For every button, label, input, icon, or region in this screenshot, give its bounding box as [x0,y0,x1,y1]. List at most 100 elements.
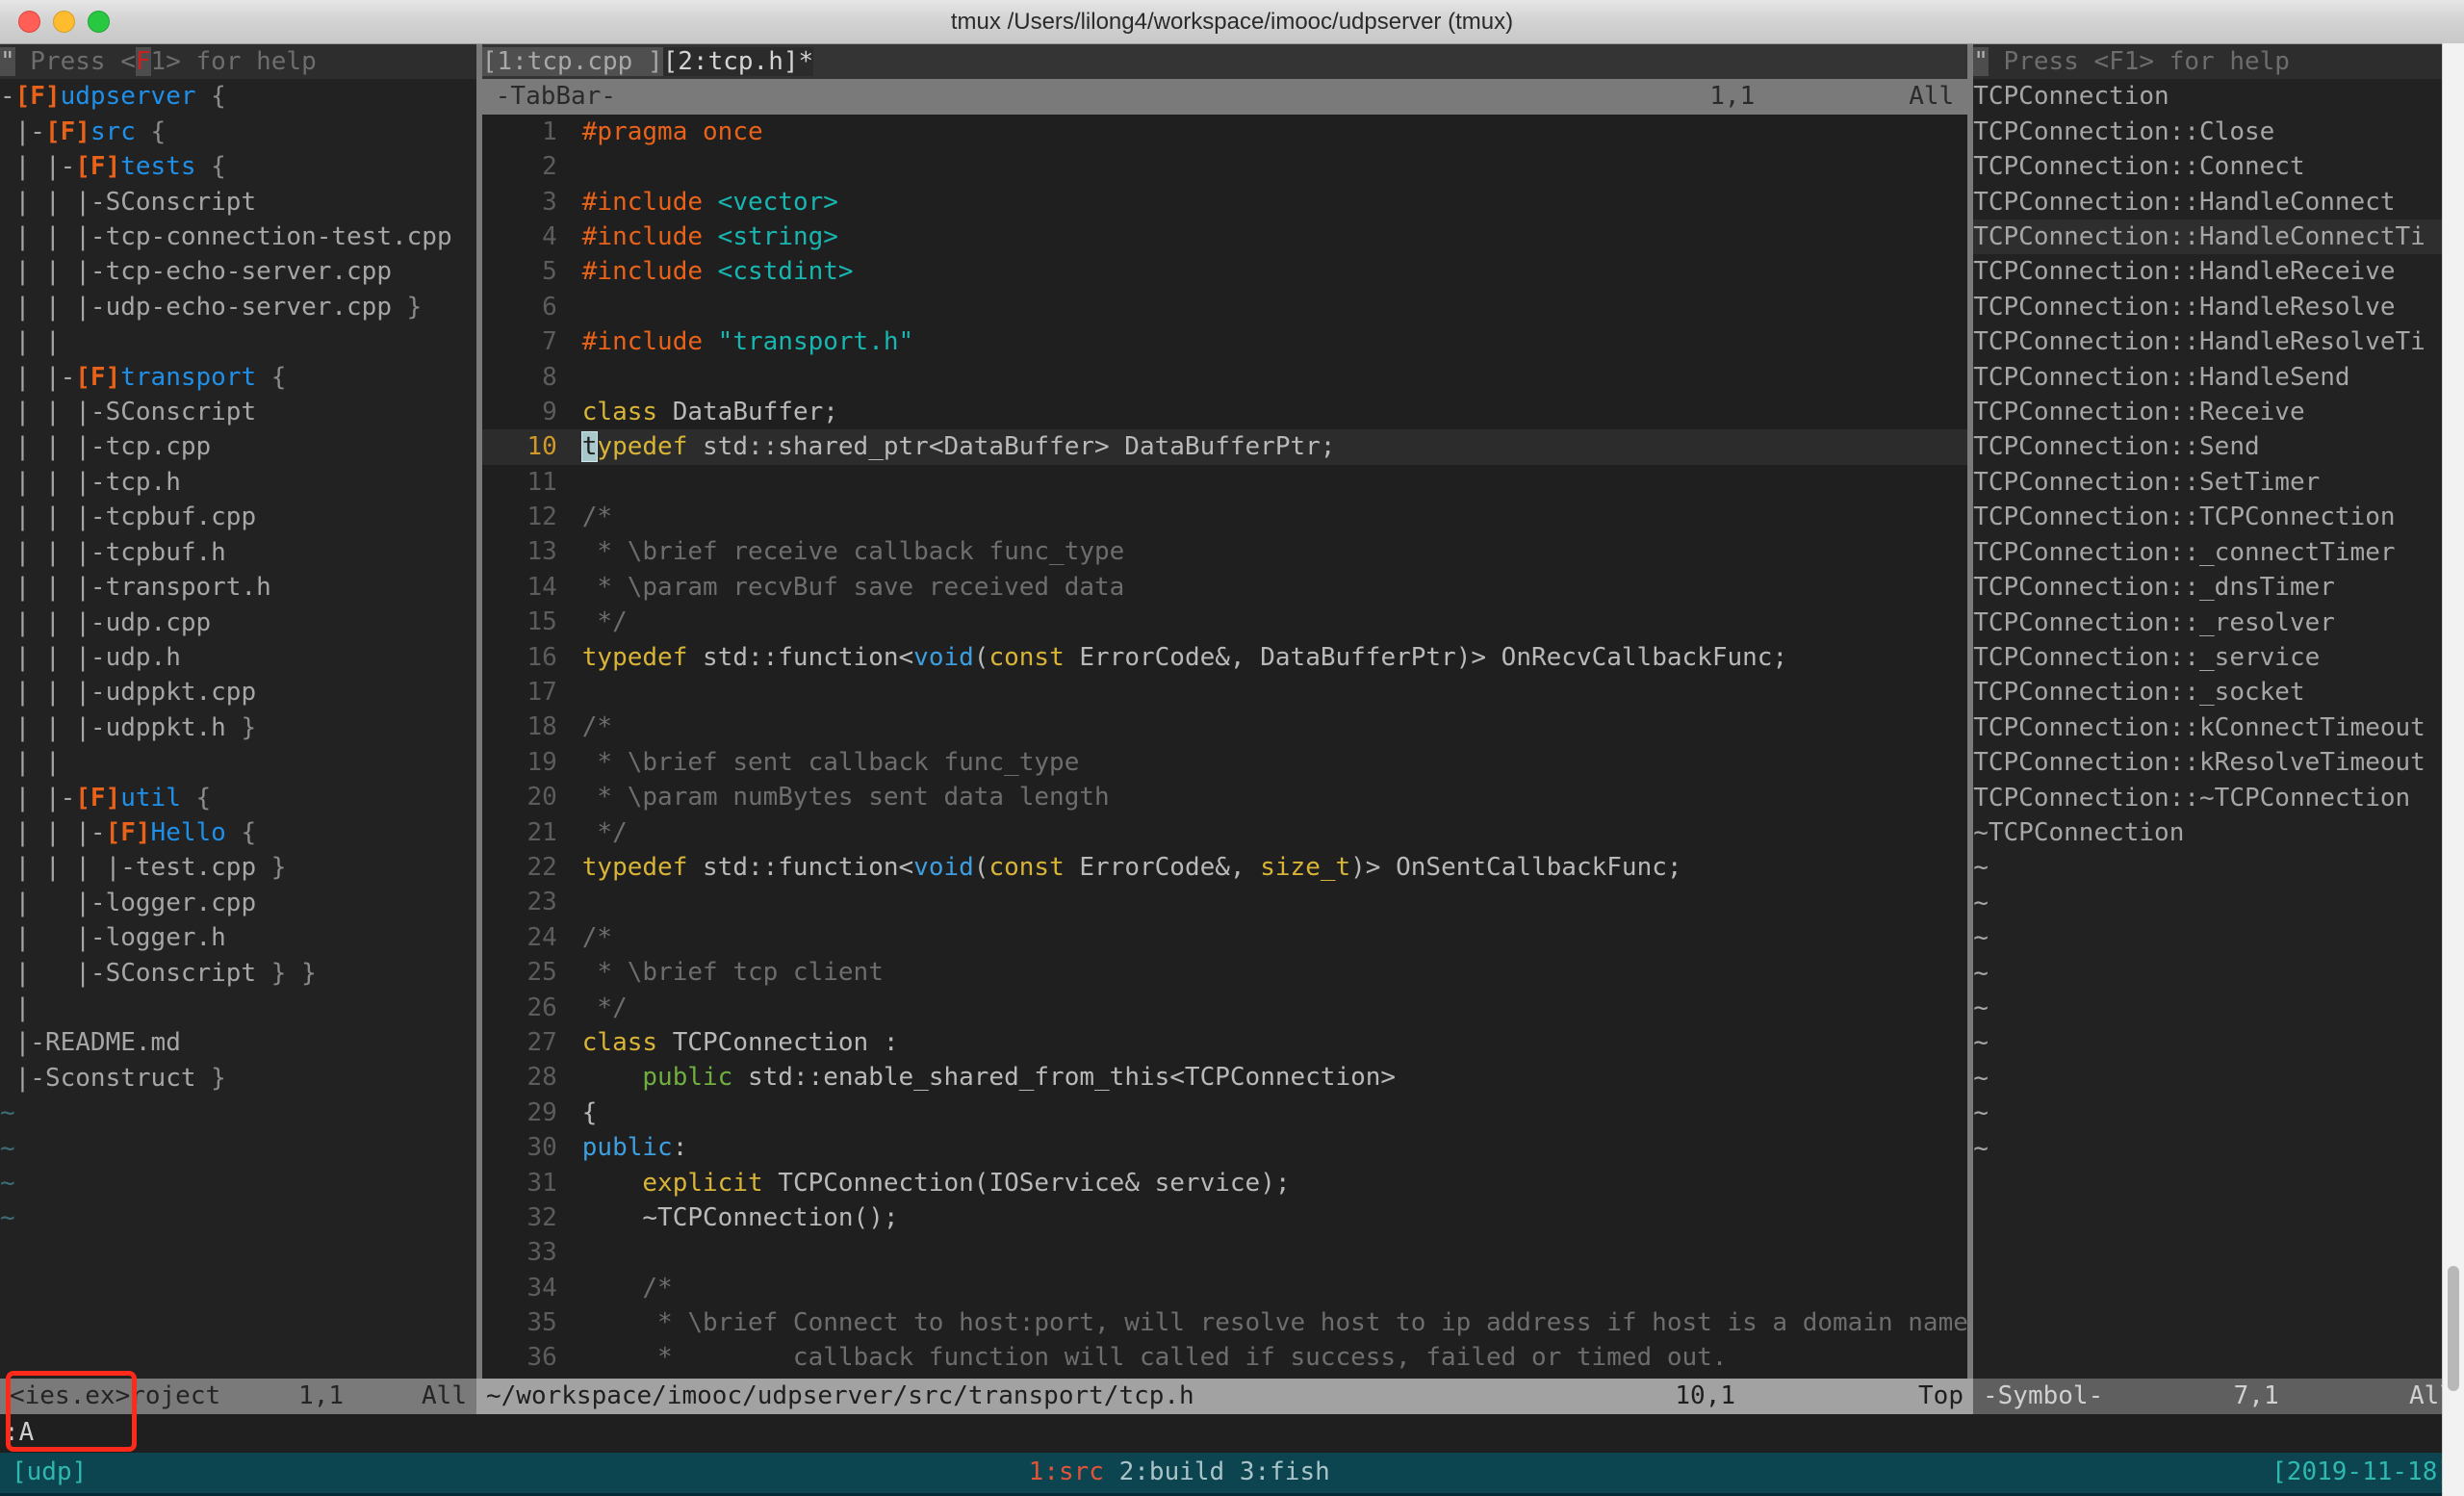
code-line[interactable]: 4 #include <string> [482,219,1967,254]
tmux-window-item[interactable]: 2:build [1119,1457,1225,1486]
tagbar-symbol-row[interactable]: TCPConnection::HandleSend [1973,360,2464,395]
code-line[interactable]: 35 * \brief Connect to host:port, will r… [482,1305,1967,1340]
nerdtree-file-row[interactable]: | | |-SConscript [0,185,476,219]
code-line[interactable]: 9 class DataBuffer; [482,395,1967,429]
code-line[interactable]: 27 class TCPConnection : [482,1025,1967,1060]
code-line[interactable]: 36 * callback function will called if su… [482,1340,1967,1375]
code-line[interactable]: 28 public std::enable_shared_from_this<T… [482,1060,1967,1095]
tmux-session-name[interactable]: [udp] [12,1455,87,1489]
nerdtree-file-row[interactable]: | |-logger.cpp [0,886,476,920]
code-line[interactable]: 34 /* [482,1271,1967,1305]
tagbar-symbol-row[interactable]: TCPConnection::_service [1973,640,2464,675]
nerdtree-file-row[interactable]: | | |-transport.h [0,570,476,605]
nerdtree-dir-row[interactable]: | |-[F]tests { [0,149,476,184]
nerdtree-file-row[interactable]: | | |-tcp-echo-server.cpp [0,254,476,289]
nerdtree-file-row[interactable]: | | |-udp.h [0,640,476,675]
window-scrollbar[interactable] [2442,43,2464,1496]
code-line[interactable]: 33 [482,1235,1967,1270]
tagbar-symbol-row[interactable]: TCPConnection::HandleConnect [1973,185,2464,219]
nerdtree-pane[interactable]: " Press <F1> for help -[F]udpserver { |-… [0,44,476,1380]
code-line[interactable]: 19 * \brief sent callback func_type [482,745,1967,780]
tagbar-symbol-row[interactable]: TCPConnection::kConnectTimeout [1973,710,2464,745]
code-line[interactable]: 6 [482,290,1967,324]
tagbar-pane[interactable]: " Press <F1> for help TCPConnection TCPCo… [1973,44,2464,1380]
nerdtree-file-row[interactable]: | | |-udppkt.cpp [0,675,476,709]
editor-tab[interactable]: [2:tcp.h]* [662,47,814,76]
code-line[interactable]: 30 public: [482,1130,1967,1165]
code-line[interactable]: 5 #include <cstdint> [482,254,1967,289]
code-line[interactable]: 1 #pragma once [482,115,1967,149]
code-line[interactable]: 18 /* [482,709,1967,744]
code-line[interactable]: 16 typedef std::function<void(const Error… [482,640,1967,675]
nerdtree-file-row[interactable]: | | |-tcpbuf.cpp [0,500,476,534]
nerdtree-file-row[interactable]: | | |-udppkt.h } [0,710,476,745]
code-line[interactable]: 32 ~TCPConnection(); [482,1200,1967,1235]
tagbar-symbol-list[interactable]: TCPConnection TCPConnection::Close TCPConn… [1973,79,2464,1379]
editor-tab[interactable]: [1:tcp.cpp ] [481,47,663,76]
tagbar-symbol-row[interactable]: TCPConnection::Connect [1973,149,2464,184]
nerdtree-file-row[interactable]: | | |-udp-echo-server.cpp } [0,290,476,324]
tagbar-symbol-row[interactable]: TCPConnection::Close [1973,115,2464,149]
nerdtree-file-row[interactable]: | [0,991,476,1025]
code-line[interactable]: 31 explicit TCPConnection(IOService& ser… [482,1166,1967,1200]
vim-command-line[interactable]: :A [0,1413,2464,1453]
tagbar-symbol-row[interactable]: TCPConnection::SetTimer [1973,465,2464,500]
code-line[interactable]: 26 */ [482,991,1967,1025]
code-line[interactable]: 3 #include <vector> [482,185,1967,219]
code-line[interactable]: 10 typedef std::shared_ptr<DataBuffer> Da… [481,429,1968,465]
code-line[interactable]: 25 * \brief tcp client [482,955,1967,990]
code-line[interactable]: 11 [482,465,1967,500]
nerdtree-file-row[interactable]: |-Sconstruct } [0,1061,476,1096]
nerdtree-dir-row[interactable]: | | |-[F]Hello { [0,815,476,850]
nerdtree-file-row[interactable]: | | |-tcp-connection-test.cpp [0,219,476,254]
tagbar-symbol-row[interactable]: TCPConnection::_connectTimer [1973,535,2464,570]
code-line[interactable]: 23 [482,885,1967,919]
code-line[interactable]: 21 */ [482,815,1967,850]
tagbar-symbol-row[interactable]: TCPConnection [1973,79,2464,114]
nerdtree-dir-row[interactable]: |-[F]src { [0,115,476,149]
editor-tabline[interactable]: [1:tcp.cpp ][2:tcp.h]* [481,44,1968,80]
tmux-status-bar[interactable]: [udp] 1:src 2:build 3:fish [2019-11-18] [0,1452,2464,1493]
tagbar-symbol-row[interactable]: TCPConnection::HandleResolve [1973,290,2464,324]
nerdtree-file-row[interactable]: | | [0,324,476,359]
tagbar-symbol-row[interactable]: TCPConnection::_socket [1973,675,2464,709]
scrollbar-thumb[interactable] [2448,1266,2459,1391]
tagbar-symbol-row[interactable]: TCPConnection::_resolver [1973,606,2464,640]
tagbar-symbol-row[interactable]: TCPConnection::HandleResolveTi [1973,324,2464,359]
nerdtree-file-row[interactable]: | | [0,745,476,780]
code-line[interactable]: 17 [482,675,1967,709]
tmux-window-list[interactable]: 1:src 2:build 3:fish [87,1455,2272,1489]
tagbar-symbol-row[interactable]: TCPConnection::kResolveTimeout [1973,745,2464,780]
code-line[interactable]: 29 { [482,1096,1967,1130]
tagbar-symbol-row[interactable]: TCPConnection::HandleReceive [1973,254,2464,289]
nerdtree-dir-row[interactable]: -[F]udpserver { [0,79,476,114]
code-area[interactable]: 1 #pragma once 2 3 #include <vector> 4 #includ… [481,115,1968,1379]
nerdtree-file-row[interactable]: | |-logger.h [0,920,476,955]
code-line[interactable]: 12 /* [482,500,1967,534]
tmux-window-item[interactable]: 3:fish [1240,1457,1330,1486]
tagbar-symbol-row[interactable]: TCPConnection::Receive [1973,395,2464,429]
tmux-window-item[interactable]: 1:src [1029,1457,1104,1486]
tagbar-symbol-row[interactable]: TCPConnection::_dnsTimer [1973,570,2464,605]
code-line[interactable]: 8 [482,360,1967,395]
code-line[interactable]: 7 #include "transport.h" [482,324,1967,359]
tagbar-symbol-row[interactable]: TCPConnection::Send [1973,429,2464,464]
nerdtree-file-row[interactable]: | | |-tcpbuf.h [0,535,476,570]
nerdtree-file-row[interactable]: | | |-udp.cpp [0,606,476,640]
code-line[interactable]: 13 * \brief receive callback func_type [482,534,1967,569]
code-line[interactable]: 14 * \param recvBuf save received data [482,570,1967,605]
nerdtree-file-row[interactable]: | | | |-test.cpp } [0,850,476,885]
tagbar-symbol-row[interactable]: ~TCPConnection [1973,815,2464,850]
nerdtree-file-list[interactable]: -[F]udpserver { |-[F]src { | |-[F]tests … [0,79,476,1379]
nerdtree-dir-row[interactable]: | |-[F]transport { [0,360,476,395]
nerdtree-dir-row[interactable]: | |-[F]util { [0,781,476,815]
tagbar-symbol-row[interactable]: TCPConnection::HandleConnectTi [1973,219,2464,255]
nerdtree-file-row[interactable]: | | |-tcp.cpp [0,429,476,464]
tagbar-symbol-row[interactable]: TCPConnection::~TCPConnection [1973,781,2464,815]
code-line[interactable]: 20 * \param numBytes sent data length [482,780,1967,814]
code-line[interactable]: 24 /* [482,920,1967,955]
nerdtree-file-row[interactable]: | | |-SConscript [0,395,476,429]
editor-pane[interactable]: [1:tcp.cpp ][2:tcp.h]* -TabBar- 1,1 All … [481,44,1968,1380]
nerdtree-file-row[interactable]: |-README.md [0,1025,476,1060]
tagbar-symbol-row[interactable]: TCPConnection::TCPConnection [1973,500,2464,534]
